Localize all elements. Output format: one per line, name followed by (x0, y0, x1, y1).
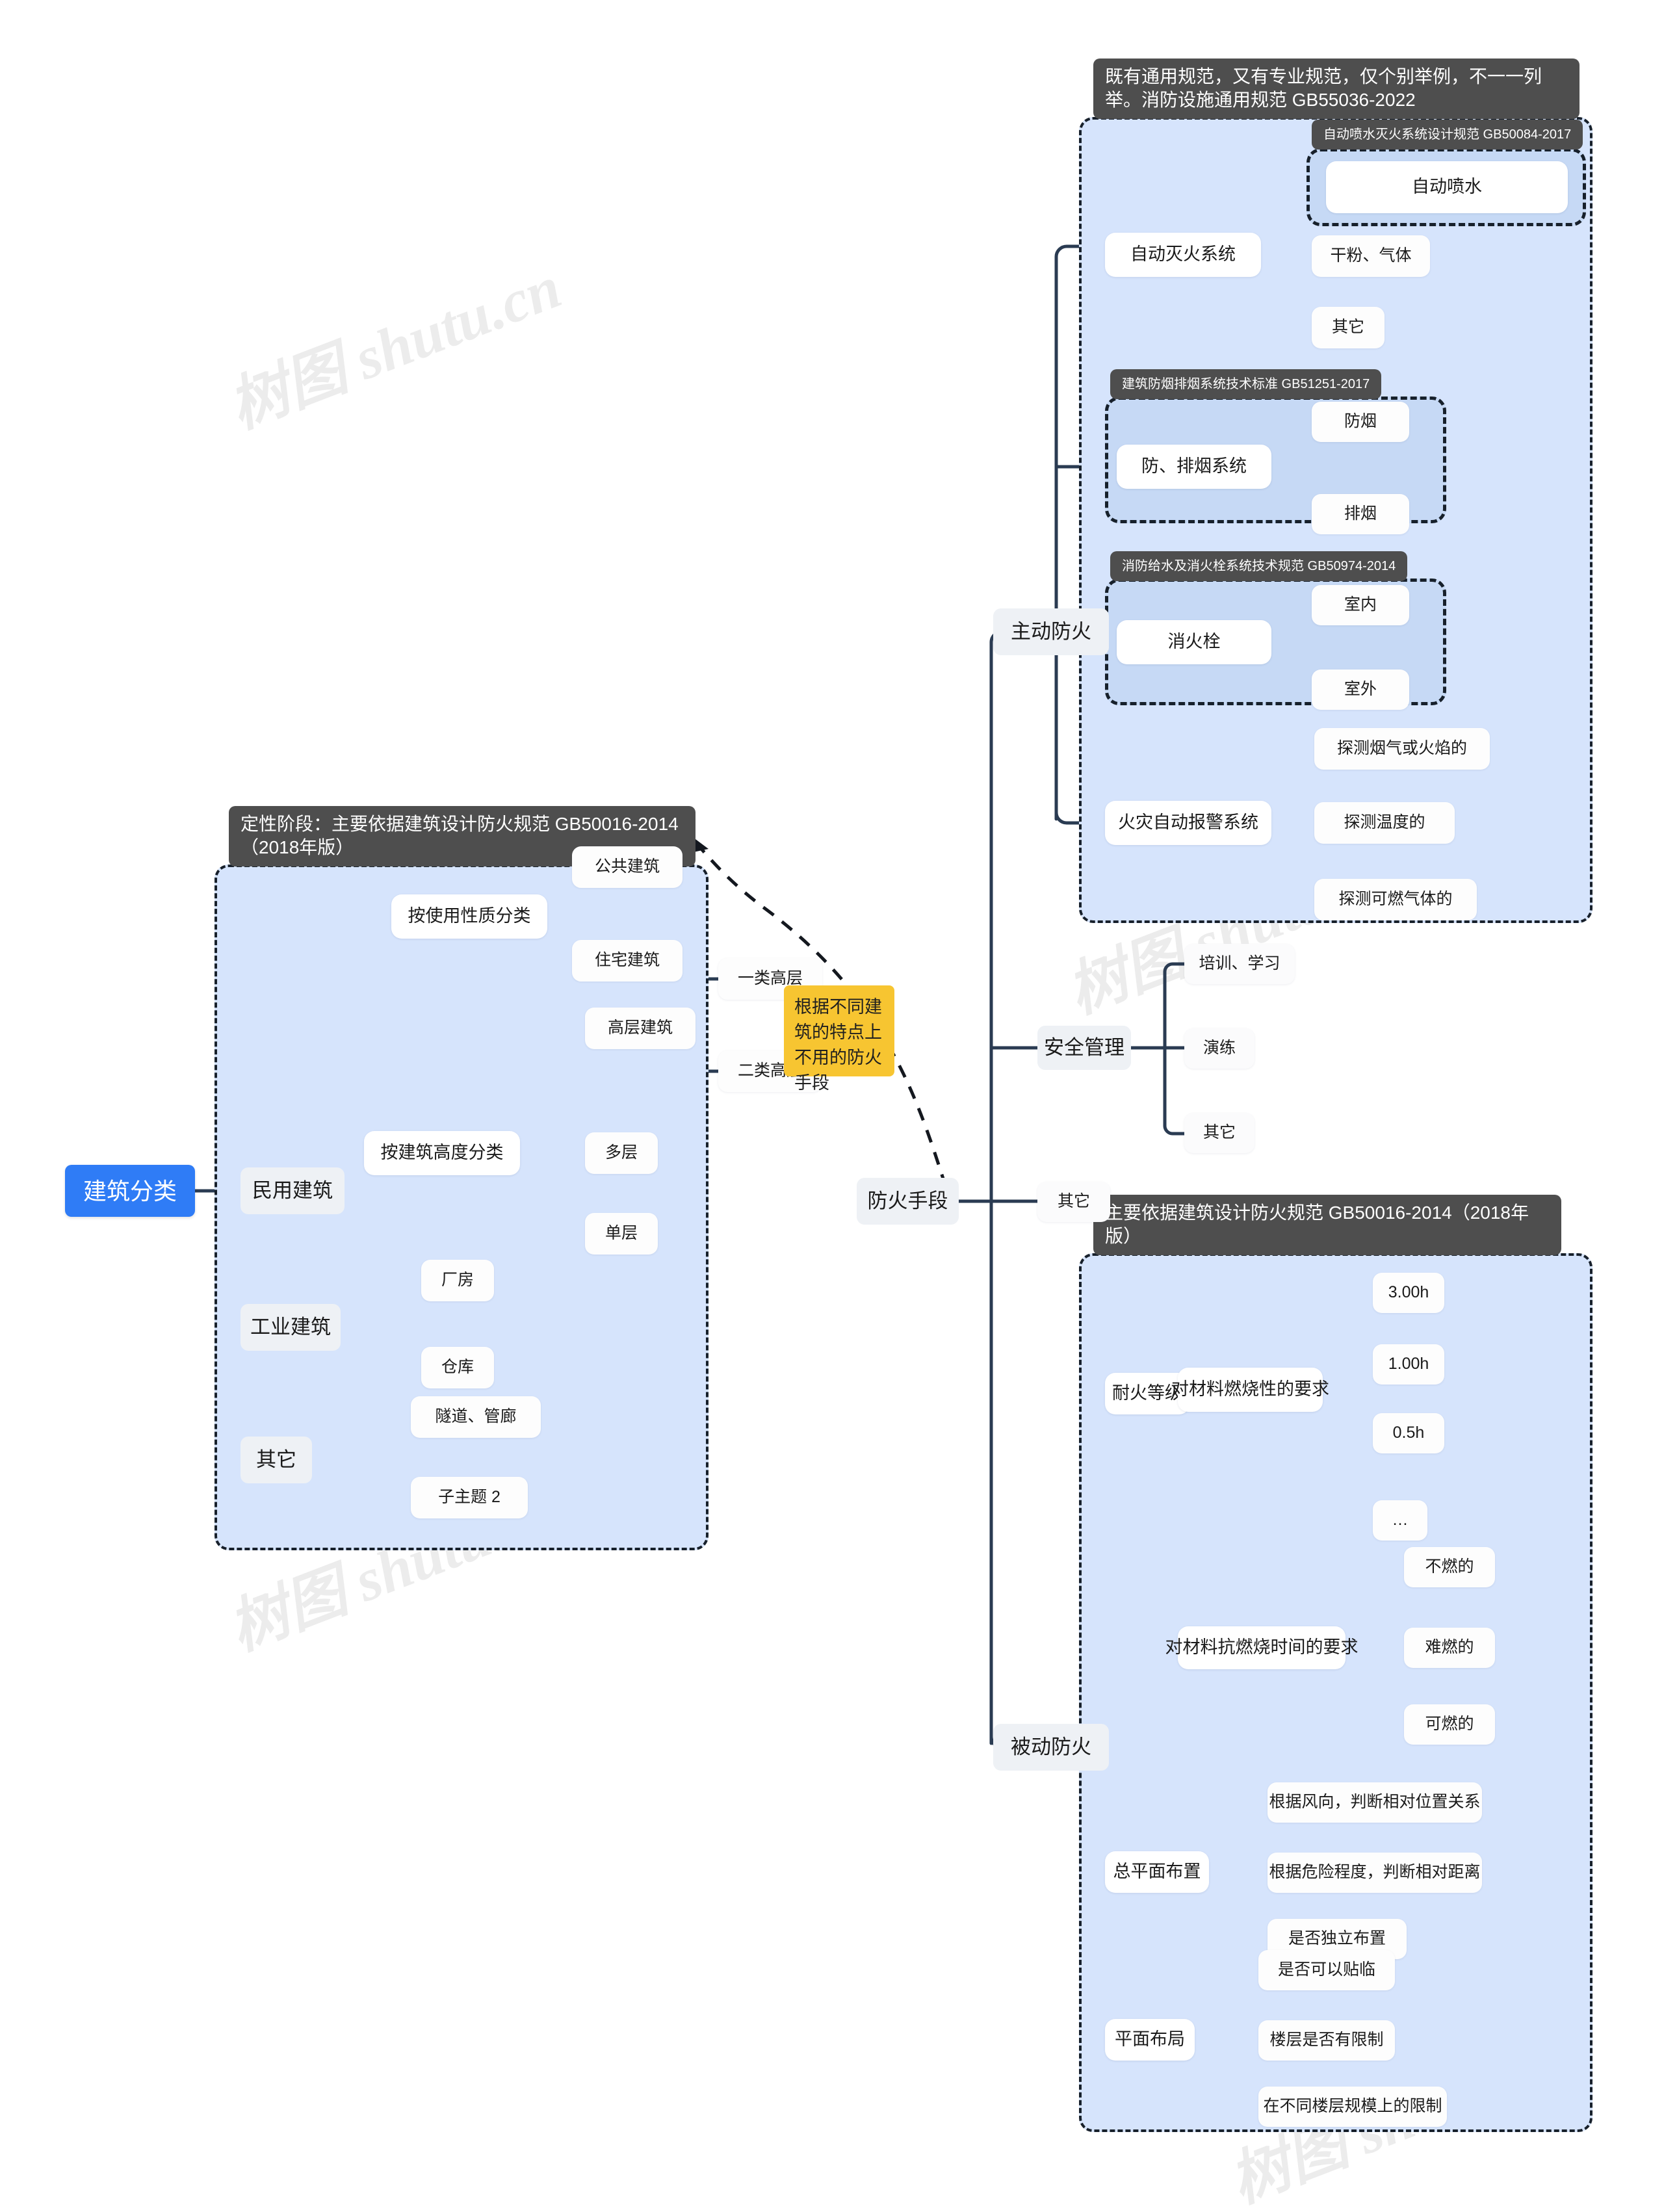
node-residential-buildings[interactable]: 民用建筑 (240, 1167, 344, 1214)
node-safety-management[interactable]: 安全管理 (1037, 1026, 1131, 1070)
node-material-burn-time-requirement[interactable]: 对材料抗燃烧时间的要求 (1165, 1626, 1358, 1669)
node-detect-smoke-flame[interactable]: 探测烟气或火焰的 (1314, 728, 1490, 770)
node-site-plan-layout[interactable]: 总平面布置 (1105, 1851, 1209, 1893)
node-smoke-exhaust[interactable]: 排烟 (1312, 494, 1409, 534)
node-non-combustible[interactable]: 不燃的 (1404, 1547, 1495, 1587)
node-rating-more[interactable]: … (1373, 1500, 1427, 1541)
node-flame-retardant[interactable]: 难燃的 (1404, 1628, 1495, 1668)
root-node[interactable]: 建筑分类 (65, 1165, 195, 1217)
node-dry-powder-gas[interactable]: 干粉、气体 (1312, 235, 1430, 277)
node-subtopic-2[interactable]: 子主题 2 (411, 1477, 528, 1518)
node-public-building[interactable]: 公共建筑 (572, 846, 682, 888)
node-smoke-control-system[interactable]: 防、排烟系统 (1117, 445, 1271, 489)
node-detect-temperature[interactable]: 探测温度的 (1314, 802, 1455, 844)
node-auto-sprinkler[interactable]: 自动喷水 (1326, 161, 1568, 213)
node-fire-protection-means[interactable]: 防火手段 (857, 1178, 959, 1225)
plaque-active-fire: 既有通用规范，又有专业规范，仅个别举例，不一一列举。消防设施通用规范 GB550… (1093, 59, 1580, 119)
node-warehouse[interactable]: 仓库 (421, 1347, 494, 1388)
node-auto-extinguishing-system[interactable]: 自动灭火系统 (1105, 233, 1261, 277)
node-other-extinguishing[interactable]: 其它 (1312, 307, 1384, 348)
plaque-hydrant: 消防给水及消火栓系统技术规范 GB50974-2014 (1110, 551, 1408, 581)
node-outdoor-hydrant[interactable]: 室外 (1312, 670, 1409, 710)
node-single-storey[interactable]: 单层 (585, 1213, 658, 1255)
node-classify-by-height[interactable]: 按建筑高度分类 (364, 1131, 520, 1175)
watermark: 树图 shutu.cn (220, 254, 570, 441)
node-classify-by-usage[interactable]: 按使用性质分类 (391, 894, 547, 939)
node-tunnel-pipe-gallery[interactable]: 隧道、管廊 (411, 1396, 541, 1438)
node-fire-alarm-system[interactable]: 火灾自动报警系统 (1105, 801, 1271, 845)
node-floor-restriction[interactable]: 楼层是否有限制 (1258, 2020, 1395, 2061)
node-industrial-buildings[interactable]: 工业建筑 (240, 1304, 341, 1351)
plaque-passive-fire: 主要依据建筑设计防火规范 GB50016-2014（2018年版） (1093, 1195, 1561, 1255)
node-training-learning[interactable]: 培训、学习 (1184, 944, 1295, 984)
node-combustible[interactable]: 可燃的 (1404, 1704, 1495, 1745)
node-material-combustibility-requirement[interactable]: 对材料燃烧性的要求 (1171, 1368, 1329, 1412)
node-factory[interactable]: 厂房 (421, 1260, 494, 1301)
node-active-fire-protection[interactable]: 主动防火 (993, 608, 1109, 655)
node-passive-fire-protection[interactable]: 被动防火 (993, 1724, 1109, 1771)
node-rating-0-5h[interactable]: 0.5h (1373, 1413, 1444, 1453)
node-multi-storey[interactable]: 多层 (585, 1132, 658, 1174)
node-other-buildings[interactable]: 其它 (240, 1437, 312, 1483)
node-detect-flammable-gas[interactable]: 探测可燃气体的 (1314, 879, 1477, 920)
node-residential-building[interactable]: 住宅建筑 (572, 940, 682, 982)
plaque-smoke-system: 建筑防烟排烟系统技术标准 GB51251-2017 (1110, 369, 1382, 399)
node-can-be-adjacent[interactable]: 是否可以贴临 (1258, 1950, 1395, 1990)
node-hazard-level-relative-distance[interactable]: 根据危险程度，判断相对距离 (1268, 1853, 1482, 1893)
node-other-safety-management[interactable]: 其它 (1184, 1113, 1254, 1153)
node-wind-direction-relative-position[interactable]: 根据风向，判断相对位置关系 (1268, 1782, 1482, 1823)
node-rating-1h[interactable]: 1.00h (1373, 1344, 1444, 1385)
mindmap-canvas: 树图 shutu.cn 树图 shutu.cn 树图 shutu.cn 树图 s… (0, 0, 1664, 2212)
node-rating-3h[interactable]: 3.00h (1373, 1273, 1444, 1313)
node-fire-hydrant[interactable]: 消火栓 (1117, 620, 1271, 664)
node-floor-plan-layout[interactable]: 平面布局 (1105, 2019, 1195, 2061)
node-drill[interactable]: 演练 (1184, 1028, 1254, 1069)
node-indoor-hydrant[interactable]: 室内 (1312, 585, 1409, 625)
node-other-fire-means[interactable]: 其它 (1037, 1182, 1110, 1222)
node-smoke-prevention[interactable]: 防烟 (1312, 402, 1409, 442)
sticky-note-fire-means: 根据不同建筑的特点上不用的防火手段 (784, 985, 894, 1093)
node-high-rise-building[interactable]: 高层建筑 (585, 1008, 696, 1049)
plaque-sprinkler: 自动喷水灭火系统设计规范 GB50084-2017 (1312, 120, 1583, 150)
node-scale-restriction-by-floor[interactable]: 在不同楼层规模上的限制 (1258, 2087, 1447, 2127)
